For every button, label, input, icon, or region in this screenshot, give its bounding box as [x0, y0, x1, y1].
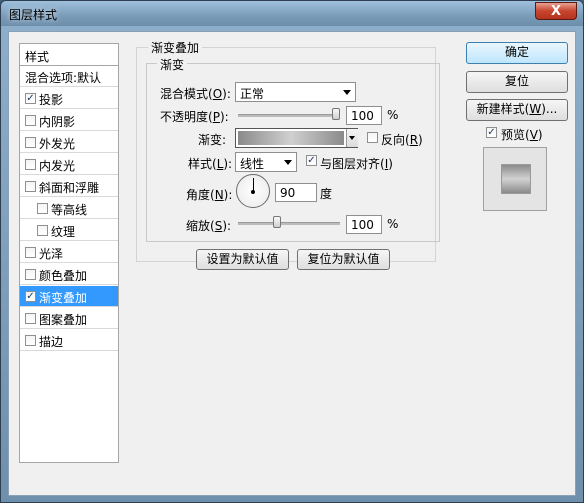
sidebar-item[interactable]: 图案叠加 — [20, 308, 118, 329]
opacity-label: 不透明度(P): — [160, 110, 229, 124]
blend-mode-label: 混合模式(O): — [160, 87, 231, 101]
sidebar-item[interactable]: 等高线 — [20, 198, 118, 219]
new-style-button[interactable]: 新建样式(W)... — [466, 99, 568, 121]
sidebar-item-checkbox[interactable] — [37, 203, 48, 214]
preview-checkbox[interactable]: ✓ — [486, 127, 497, 138]
scale-slider-track[interactable] — [238, 222, 340, 225]
sidebar-item-checkbox[interactable] — [25, 269, 36, 280]
close-button[interactable]: X — [535, 2, 577, 20]
reset-default-button[interactable]: 复位为默认值 — [297, 249, 390, 270]
layer-style-dialog: 图层样式 X 样式 混合选项:默认 ✓ 投影 内阴影 外发光 内发光 斜面和浮雕 等高线 纹理光… — [0, 0, 584, 503]
sidebar-item-label: 等高线 — [51, 203, 88, 217]
chevron-down-icon — [284, 160, 292, 165]
angle-dial-center — [251, 190, 255, 194]
sidebar-item-checkbox[interactable] — [25, 181, 36, 192]
sidebar-header-label: 样式 — [25, 50, 50, 64]
opacity-slider-track[interactable] — [238, 114, 340, 117]
sidebar-item[interactable]: 颜色叠加 — [20, 264, 118, 285]
sidebar-item-label: 图案叠加 — [39, 313, 88, 327]
sidebar-item-checkbox[interactable] — [25, 159, 36, 170]
reset-button[interactable]: 复位 — [466, 71, 568, 93]
style-preview-box — [483, 147, 547, 211]
opacity-input[interactable]: 100 — [346, 106, 382, 125]
angle-unit: 度 — [320, 187, 333, 201]
sidebar-item-label: 光泽 — [39, 247, 64, 261]
dialog-client-area: 样式 混合选项:默认 ✓ 投影 内阴影 外发光 内发光 斜面和浮雕 等高线 纹理 光泽 颜色叠加 ✓ 渐… — [8, 31, 576, 496]
opacity-unit: % — [387, 108, 399, 122]
angle-label: 角度(N): — [186, 188, 233, 202]
opacity-slider-thumb[interactable] — [332, 108, 340, 120]
reverse-checkbox[interactable] — [367, 132, 378, 143]
sidebar-item-checkbox[interactable] — [25, 335, 36, 346]
sidebar-item-label: 斜面和浮雕 — [39, 181, 100, 195]
ok-button[interactable]: 确定 — [466, 42, 568, 64]
sidebar-item-label: 混合选项:默认 — [25, 71, 102, 85]
angle-input[interactable]: 90 — [275, 183, 317, 202]
style-select[interactable]: 线性 — [235, 152, 297, 172]
preview-label: 预览(V) — [501, 128, 543, 142]
sidebar-item[interactable]: 混合选项:默认 — [20, 66, 118, 87]
chevron-down-icon — [343, 90, 351, 95]
sidebar-item-checkbox[interactable] — [25, 247, 36, 258]
scale-slider-thumb[interactable] — [273, 216, 282, 228]
style-label: 样式(L): — [188, 157, 233, 171]
align-with-layer-checkbox[interactable]: ✓ — [306, 155, 317, 166]
sidebar-item-checkbox[interactable]: ✓ — [25, 291, 36, 302]
sidebar-item-label: 描边 — [39, 335, 64, 349]
sidebar-item-checkbox[interactable] — [25, 137, 36, 148]
gradient-preview-swatch[interactable] — [238, 131, 344, 145]
title-bar[interactable]: 图层样式 X — [1, 1, 583, 26]
angle-dial[interactable] — [236, 174, 270, 208]
style-preview-swatch — [501, 164, 531, 194]
sidebar-item-checkbox[interactable] — [25, 115, 36, 126]
sidebar-item-label: 外发光 — [39, 137, 76, 151]
window-title: 图层样式 — [9, 8, 58, 22]
sidebar-item-label: 渐变叠加 — [39, 291, 88, 305]
styles-sidebar: 样式 混合选项:默认 ✓ 投影 内阴影 外发光 内发光 斜面和浮雕 等高线 纹理 光泽 颜色叠加 ✓ 渐… — [19, 43, 119, 463]
sidebar-item-label: 颜色叠加 — [39, 269, 88, 283]
gradient-overlay-title: 渐变叠加 — [148, 39, 203, 56]
sidebar-item[interactable]: 描边 — [20, 330, 118, 351]
sidebar-item[interactable]: 斜面和浮雕 — [20, 176, 118, 197]
scale-input[interactable]: 100 — [346, 215, 382, 234]
sidebar-item-checkbox[interactable] — [37, 225, 48, 236]
style-value: 线性 — [240, 157, 265, 171]
sidebar-item-label: 内阴影 — [39, 115, 76, 129]
sidebar-header[interactable]: 样式 — [20, 44, 118, 66]
sidebar-item-checkbox[interactable]: ✓ — [25, 93, 36, 104]
sidebar-item[interactable]: ✓ 渐变叠加 — [20, 286, 118, 307]
sidebar-item[interactable]: 纹理 — [20, 220, 118, 241]
sidebar-item[interactable]: 光泽 — [20, 242, 118, 263]
scale-label: 缩放(S): — [186, 219, 232, 233]
chevron-down-icon — [349, 136, 355, 140]
sidebar-item-label: 投影 — [39, 93, 64, 107]
sidebar-item-checkbox[interactable] — [25, 313, 36, 324]
sidebar-item[interactable]: ✓ 投影 — [20, 88, 118, 109]
scale-unit: % — [387, 217, 399, 231]
set-default-button[interactable]: 设置为默认值 — [196, 249, 289, 270]
sidebar-item-label: 内发光 — [39, 159, 76, 173]
blend-mode-select[interactable]: 正常 — [235, 82, 356, 102]
sidebar-item[interactable]: 内发光 — [20, 154, 118, 175]
sidebar-item-label: 纹理 — [51, 225, 76, 239]
gradient-label: 渐变: — [198, 133, 227, 147]
reverse-label: 反向(R) — [381, 133, 423, 147]
align-with-layer-label: 与图层对齐(I) — [320, 157, 393, 171]
blend-mode-value: 正常 — [240, 87, 265, 101]
sidebar-item[interactable]: 内阴影 — [20, 110, 118, 131]
sidebar-item[interactable]: 外发光 — [20, 132, 118, 153]
gradient-subgroup-title: 渐变 — [157, 56, 188, 73]
gradient-dropdown-button[interactable] — [346, 129, 358, 147]
gradient-picker[interactable] — [235, 128, 358, 148]
